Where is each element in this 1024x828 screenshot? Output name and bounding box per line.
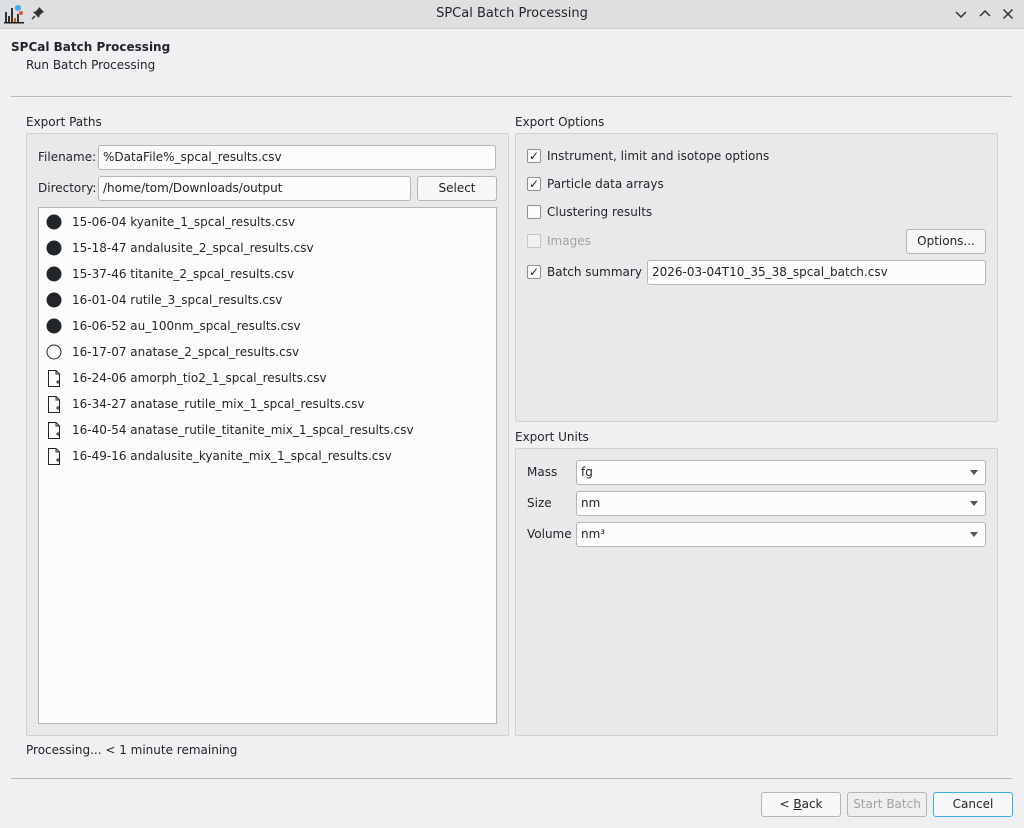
- select-directory-button[interactable]: Select: [417, 176, 497, 201]
- file-name: 16-40-54 anatase_rutile_titanite_mix_1_s…: [72, 423, 414, 437]
- clustering-checkbox-row[interactable]: Clustering results: [527, 205, 652, 219]
- size-unit-value: nm: [581, 496, 601, 510]
- footer-divider: [11, 778, 1012, 779]
- new-file-icon: [45, 421, 63, 439]
- filled-circle-icon: [45, 291, 63, 309]
- file-list-item[interactable]: 15-06-04 kyanite_1_spcal_results.csv: [45, 209, 295, 235]
- chevron-down-icon: [970, 470, 978, 475]
- file-name: 15-37-46 titanite_2_spcal_results.csv: [72, 267, 295, 281]
- file-list-item[interactable]: 16-49-16 andalusite_kyanite_mix_1_spcal_…: [45, 443, 392, 469]
- filled-circle-icon: [45, 265, 63, 283]
- file-name: 16-24-06 amorph_tio2_1_spcal_results.csv: [72, 371, 327, 385]
- new-file-icon: [45, 447, 63, 465]
- minimize-icon[interactable]: [953, 6, 969, 22]
- chevron-down-icon: [970, 501, 978, 506]
- back-prefix: <: [779, 797, 794, 811]
- file-list-item[interactable]: 16-01-04 rutile_3_spcal_results.csv: [45, 287, 282, 313]
- instrument-options-checkbox[interactable]: ✓: [527, 149, 541, 163]
- chevron-down-icon: [970, 532, 978, 537]
- file-name: 16-06-52 au_100nm_spcal_results.csv: [72, 319, 301, 333]
- status-text: Processing... < 1 minute remaining: [26, 743, 238, 757]
- instrument-options-label: Instrument, limit and isotope options: [547, 149, 770, 163]
- export-options-label: Export Options: [515, 115, 605, 129]
- wizard-title: SPCal Batch Processing: [11, 40, 171, 54]
- file-name: 16-17-07 anatase_2_spcal_results.csv: [72, 345, 300, 359]
- start-batch-button: Start Batch: [847, 792, 927, 817]
- export-units-label: Export Units: [515, 430, 589, 444]
- file-name: 15-18-47 andalusite_2_spcal_results.csv: [72, 241, 314, 255]
- batch-summary-label: Batch summary: [547, 265, 642, 279]
- clustering-label: Clustering results: [547, 205, 653, 219]
- file-list-item[interactable]: 15-37-46 titanite_2_spcal_results.csv: [45, 261, 294, 287]
- file-list-item[interactable]: 16-24-06 amorph_tio2_1_spcal_results.csv: [45, 365, 327, 391]
- mass-label: Mass: [527, 465, 558, 479]
- particle-data-checkbox-row[interactable]: ✓ Particle data arrays: [527, 177, 664, 191]
- file-name: 15-06-04 kyanite_1_spcal_results.csv: [72, 215, 296, 229]
- volume-unit-select[interactable]: nm³: [576, 522, 986, 547]
- images-checkbox-row: Images: [527, 234, 591, 248]
- particle-data-checkbox[interactable]: ✓: [527, 177, 541, 191]
- batch-summary-checkbox[interactable]: ✓: [527, 265, 541, 279]
- volume-label: Volume: [527, 527, 572, 541]
- file-list-item[interactable]: 16-40-54 anatase_rutile_titanite_mix_1_s…: [45, 417, 414, 443]
- close-icon[interactable]: [1000, 6, 1016, 22]
- filename-input[interactable]: %DataFile%_spcal_results.csv: [98, 145, 496, 170]
- cancel-button[interactable]: Cancel: [933, 792, 1013, 817]
- title-bar: SPCal Batch Processing: [0, 0, 1024, 29]
- directory-label: Directory:: [38, 181, 97, 195]
- file-list-item[interactable]: 15-18-47 andalusite_2_spcal_results.csv: [45, 235, 314, 261]
- filled-circle-icon: [45, 239, 63, 257]
- wizard-subtitle: Run Batch Processing: [26, 58, 156, 72]
- volume-unit-value: nm³: [581, 527, 606, 541]
- images-label: Images: [547, 234, 591, 248]
- file-list-item[interactable]: 16-06-52 au_100nm_spcal_results.csv: [45, 313, 301, 339]
- window-title: SPCal Batch Processing: [436, 6, 588, 21]
- batch-summary-input[interactable]: 2026-03-04T10_35_38_spcal_batch.csv: [647, 260, 986, 285]
- particle-data-label: Particle data arrays: [547, 177, 664, 191]
- file-list-item[interactable]: 16-34-27 anatase_rutile_mix_1_spcal_resu…: [45, 391, 364, 417]
- maximize-icon[interactable]: [977, 6, 993, 22]
- file-name: 16-01-04 rutile_3_spcal_results.csv: [72, 293, 283, 307]
- new-file-icon: [45, 395, 63, 413]
- filled-circle-icon: [45, 213, 63, 231]
- instrument-options-checkbox-row[interactable]: ✓ Instrument, limit and isotope options: [527, 149, 769, 163]
- batch-summary-checkbox-row[interactable]: ✓ Batch summary: [527, 265, 642, 279]
- file-name: 16-49-16 andalusite_kyanite_mix_1_spcal_…: [72, 449, 392, 463]
- size-unit-select[interactable]: nm: [576, 491, 986, 516]
- filename-label: Filename:: [38, 150, 97, 164]
- back-accelerator: B: [793, 797, 802, 811]
- directory-input[interactable]: /home/tom/Downloads/output: [98, 176, 411, 201]
- header-divider: [11, 96, 1012, 97]
- file-list[interactable]: 15-06-04 kyanite_1_spcal_results.csv 15-1…: [38, 207, 497, 724]
- images-checkbox: [527, 234, 541, 248]
- image-options-button[interactable]: Options...: [906, 229, 986, 254]
- export-paths-label: Export Paths: [26, 115, 102, 129]
- size-label: Size: [527, 496, 552, 510]
- back-button[interactable]: < Back: [761, 792, 841, 817]
- new-file-icon: [45, 369, 63, 387]
- back-rest: ack: [801, 797, 823, 811]
- mass-unit-select[interactable]: fg: [576, 460, 986, 485]
- filled-circle-icon: [45, 317, 63, 335]
- empty-circle-icon: [45, 343, 63, 361]
- file-list-item[interactable]: 16-17-07 anatase_2_spcal_results.csv: [45, 339, 299, 365]
- mass-unit-value: fg: [581, 465, 593, 479]
- file-name: 16-34-27 anatase_rutile_mix_1_spcal_resu…: [72, 397, 365, 411]
- clustering-checkbox[interactable]: [527, 205, 541, 219]
